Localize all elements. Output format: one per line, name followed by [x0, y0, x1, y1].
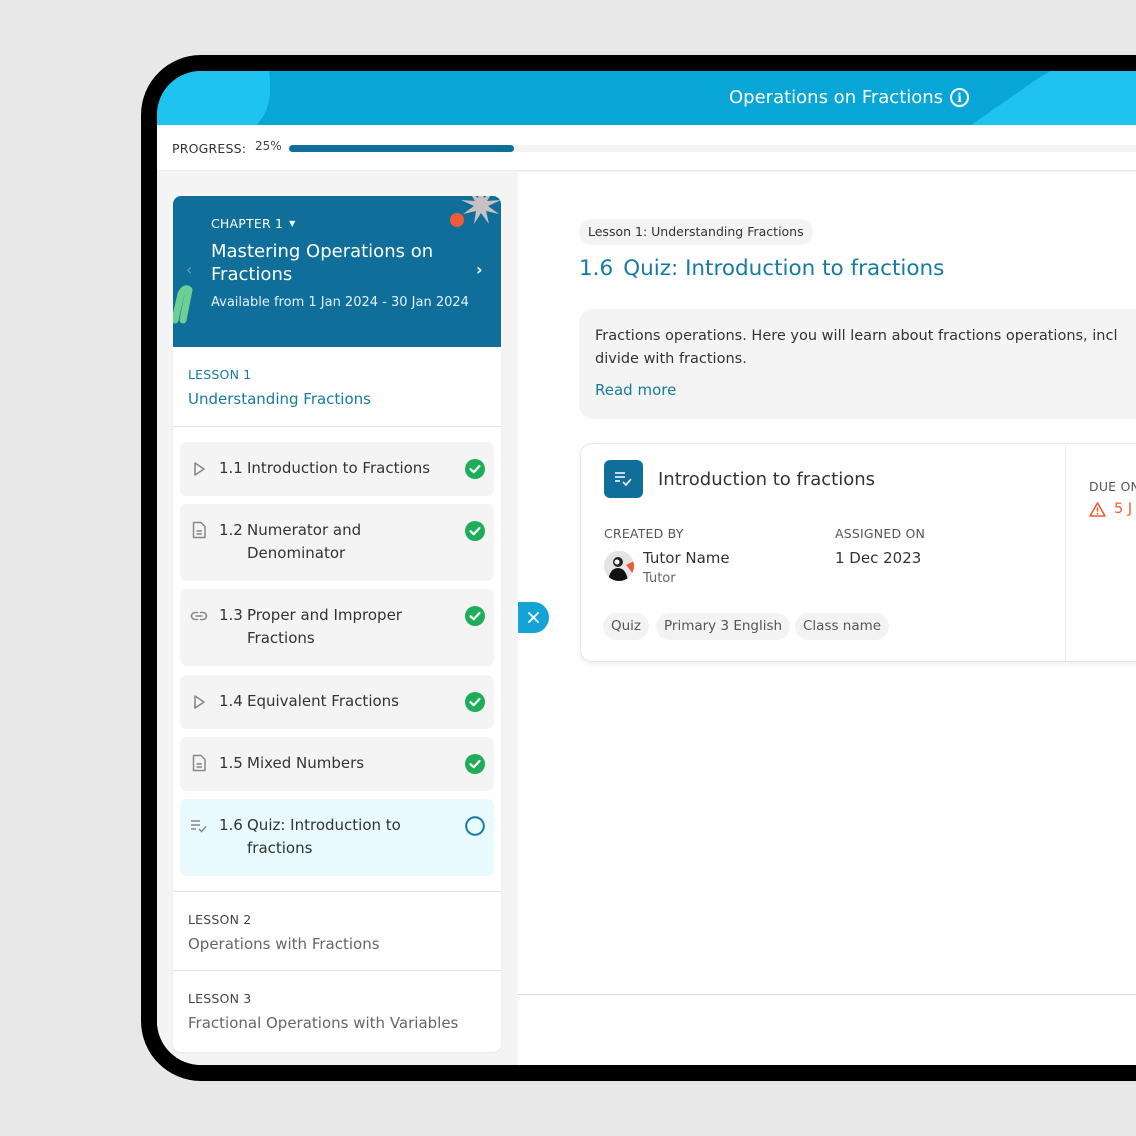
course-title: Operations on Fractions i [729, 87, 970, 108]
item-number: 1.2 [219, 521, 243, 539]
info-icon[interactable]: i [950, 88, 970, 107]
lesson-item-1-2[interactable]: 1.2 Numerator and Denominator [180, 504, 494, 581]
app-screen: Operations on Fractions i PROGRESS: 25% … [157, 71, 1136, 1065]
item-title: Quiz: Introduction to fractions [247, 816, 401, 857]
link-icon [190, 611, 208, 621]
document-icon [192, 754, 206, 772]
assigned-on-label: ASSIGNED ON [835, 526, 926, 541]
progress-label: PROGRESS: [172, 141, 247, 156]
item-number: 1.1 [219, 459, 243, 477]
tutor-role: Tutor [643, 571, 676, 586]
completed-check-icon [465, 754, 485, 774]
due-on-date: 5 J [1114, 501, 1133, 517]
completed-check-icon [465, 459, 485, 479]
lesson-2-header[interactable]: LESSON 2 Operations with Fractions [173, 891, 501, 971]
assigned-on-date: 1 Dec 2023 [835, 549, 922, 567]
lesson-item-1-5[interactable]: 1.5 Mixed Numbers [180, 737, 494, 791]
quiz-icon [604, 460, 643, 498]
assignment-title: Introduction to fractions [658, 469, 876, 490]
play-icon [194, 462, 205, 476]
document-icon [192, 521, 206, 539]
caret-down-icon: ▼ [289, 219, 296, 228]
completed-check-icon [465, 521, 485, 541]
lesson-number: LESSON 2 [188, 912, 252, 927]
lesson-list: LESSON 1 Understanding Fractions 1.1 Int… [173, 347, 501, 1052]
description-line: Fractions operations. Here you will lear… [595, 328, 1118, 344]
next-chapter-button[interactable]: › [476, 260, 483, 279]
progress-value: 25% [255, 139, 282, 153]
created-by-label: CREATED BY [604, 526, 684, 541]
page-title-number: 1.6 [579, 256, 614, 281]
warning-icon [1089, 501, 1106, 517]
description-box: Fractions operations. Here you will lear… [579, 309, 1136, 419]
page-title: 1.6 Quiz: Introduction to fractions [579, 256, 944, 281]
lesson-1-header[interactable]: LESSON 1 Understanding Fractions [173, 347, 501, 427]
item-title: Proper and Improper Fractions [247, 606, 402, 647]
item-number: 1.3 [219, 606, 243, 624]
previous-chapter-button[interactable]: ‹ [186, 260, 192, 279]
lesson-number: LESSON 3 [188, 991, 252, 1006]
lesson-number: LESSON 1 [188, 367, 252, 382]
item-number: 1.5 [219, 754, 243, 772]
lesson-item-1-3[interactable]: 1.3 Proper and Improper Fractions [180, 589, 494, 666]
header-decoration [157, 71, 270, 125]
read-more-link[interactable]: Read more [595, 381, 676, 399]
main-content: Lesson 1: Understanding Fractions 1.6 Qui… [518, 172, 1136, 1065]
top-header: Operations on Fractions i [157, 71, 1136, 125]
progress-fill [289, 145, 514, 152]
chapter-title: Mastering Operations on Fractions [211, 241, 434, 285]
lesson-breadcrumb[interactable]: Lesson 1: Understanding Fractions [579, 219, 813, 245]
description-line: divide with fractions. [595, 351, 747, 367]
chapter-card: ‹ CHAPTER 1 ▼ Mastering Operations on Fr… [173, 196, 501, 347]
item-number: 1.6 [219, 816, 243, 834]
lesson-3-header[interactable]: LESSON 3 Fractional Operations with Vari… [173, 971, 501, 1051]
lesson-item-1-4[interactable]: 1.4 Equivalent Fractions [180, 675, 494, 729]
dot-decoration [450, 213, 464, 227]
chapter-availability: Available from 1 Jan 2024 - 30 Jan 2024 [211, 295, 469, 310]
assignment-card[interactable]: Introduction to fractions CREATED BY Tut… [580, 443, 1136, 662]
squiggle-decoration [173, 285, 193, 324]
quiz-icon [191, 820, 207, 833]
lesson-item-1-1[interactable]: 1.1 Introduction to Fractions [180, 442, 494, 496]
item-title: Equivalent Fractions [247, 692, 399, 710]
lesson-name: Fractional Operations with Variables [188, 1014, 459, 1032]
tutor-avatar [604, 551, 634, 581]
description-text: Fractions operations. Here you will lear… [595, 325, 1136, 371]
progress-track [289, 145, 1136, 152]
progress-bar-row: PROGRESS: 25% [157, 125, 1136, 171]
not-started-circle-icon [465, 816, 485, 836]
footer-divider [518, 994, 1136, 995]
chapter-label: CHAPTER 1 [211, 216, 284, 231]
course-title-text: Operations on Fractions [729, 87, 944, 108]
tutor-name: Tutor Name [643, 549, 730, 567]
starburst-decoration [461, 196, 501, 224]
card-divider [1065, 444, 1066, 661]
close-icon [528, 612, 539, 623]
page-title-text: Quiz: Introduction to fractions [623, 256, 945, 281]
due-on-label: DUE ON [1089, 479, 1136, 494]
item-title: Numerator and Denominator [247, 521, 362, 562]
play-icon [194, 695, 205, 709]
item-title: Introduction to Fractions [247, 459, 431, 477]
collapse-sidebar-button[interactable] [518, 602, 549, 633]
lesson-name: Operations with Fractions [188, 935, 380, 953]
chapter-selector[interactable]: CHAPTER 1 ▼ [211, 216, 296, 231]
tag-chip: Class name [795, 613, 890, 640]
completed-check-icon [465, 692, 485, 712]
tag-chip: Primary 3 English [656, 613, 791, 640]
completed-check-icon [465, 606, 485, 626]
tag-chip: Quiz [603, 613, 650, 640]
item-number: 1.4 [219, 692, 243, 710]
lesson-name: Understanding Fractions [188, 390, 371, 408]
lesson-item-1-6[interactable]: 1.6 Quiz: Introduction to fractions [180, 799, 494, 876]
lesson-sidebar: ‹ CHAPTER 1 ▼ Mastering Operations on Fr… [157, 172, 518, 1065]
due-on-value: 5 J [1089, 501, 1132, 517]
item-title: Mixed Numbers [247, 754, 365, 772]
